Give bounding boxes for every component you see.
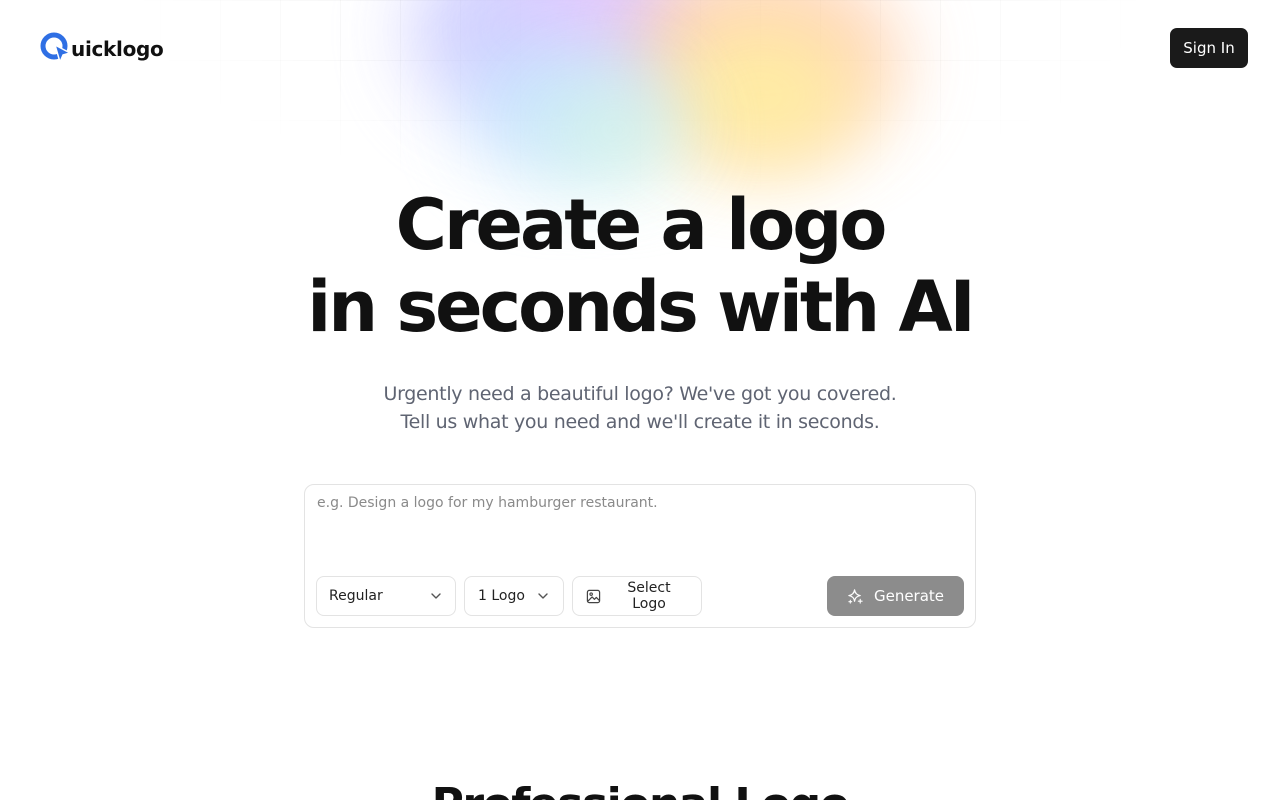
image-icon: [586, 589, 601, 604]
quicklogo-cursor-icon: [40, 31, 72, 67]
section-heading: Professional Logo: [0, 780, 1280, 800]
brand-logo-link[interactable]: uicklogo: [40, 31, 164, 67]
hero-title-line: in seconds with AI: [307, 266, 975, 348]
logo-count-value: 1 Logo: [478, 588, 525, 604]
logo-prompt-input[interactable]: [317, 495, 963, 555]
hero-subtitle: Urgently need a beautiful logo? We've go…: [0, 380, 1280, 436]
logo-count-select[interactable]: 1 Logo: [464, 576, 564, 616]
brand-name: uicklogo: [71, 37, 164, 61]
select-logo-button[interactable]: Select Logo: [572, 576, 702, 616]
chevron-down-icon: [429, 589, 443, 603]
hero-subtitle-line: Tell us what you need and we'll create i…: [400, 411, 880, 433]
prompt-box: Regular 1 Logo Select Logo Gene: [304, 484, 976, 628]
style-select[interactable]: Regular: [316, 576, 456, 616]
gradient-blob: [540, 80, 690, 180]
hero-title-line: Create a logo: [395, 184, 888, 266]
sparkle-icon: [847, 588, 864, 605]
select-logo-label: Select Logo: [627, 580, 671, 612]
gradient-blob: [660, 20, 860, 170]
hero-title: Create a logo in seconds with AI: [0, 184, 1280, 348]
chevron-down-icon: [536, 589, 550, 603]
style-select-value: Regular: [329, 588, 383, 604]
generate-button[interactable]: Generate: [827, 576, 964, 616]
sign-in-button[interactable]: Sign In: [1170, 28, 1248, 68]
hero-subtitle-line: Urgently need a beautiful logo? We've go…: [383, 383, 897, 405]
generate-label: Generate: [873, 587, 945, 605]
